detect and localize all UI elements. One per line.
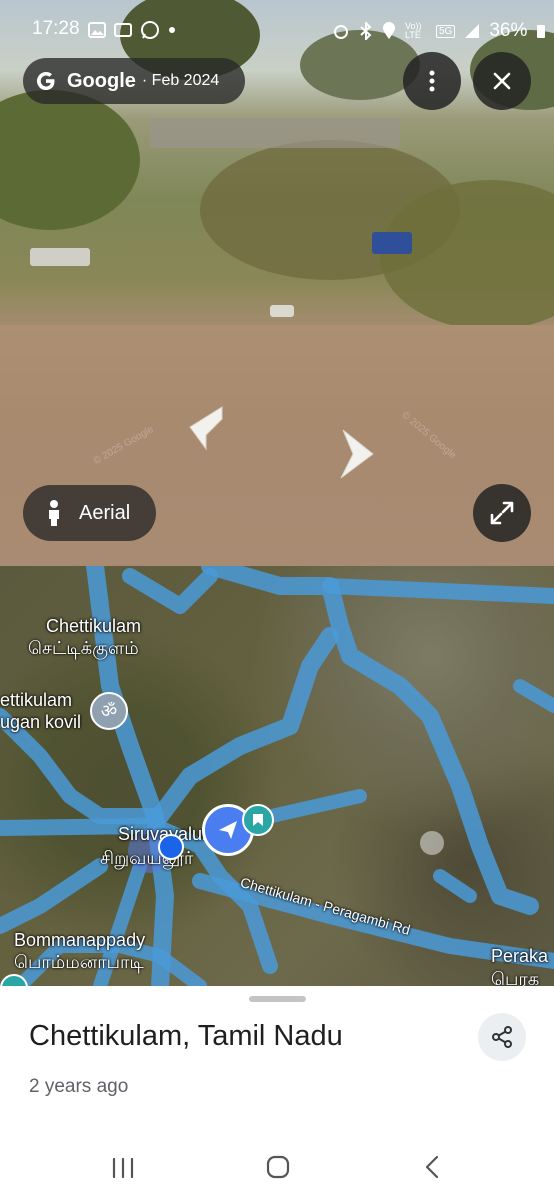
home-icon[interactable]	[265, 1154, 291, 1180]
map-label-temple-line2: ugan kovil	[0, 712, 82, 732]
dot-icon	[169, 27, 175, 33]
debris	[270, 305, 294, 317]
signal-icon	[465, 24, 480, 38]
system-icons: Vo)) LTE 5G 36%	[332, 20, 546, 42]
map-label-chettikulam-tamil: செட்டிக்குளம்	[28, 638, 139, 658]
volte-indicator: Vo)) LTE	[405, 21, 422, 40]
map-view[interactable]: Chettikulam செட்டிக்குளம் ettikulam ugan…	[0, 566, 554, 986]
bookmark-icon	[253, 814, 263, 826]
current-location-dot-icon	[158, 834, 184, 860]
expand-icon	[490, 501, 514, 525]
more-vert-icon	[429, 70, 435, 92]
pegman-icon	[49, 500, 59, 526]
imagery-date-chip[interactable]: Google · Feb 2024	[23, 58, 245, 104]
share-icon	[492, 1026, 512, 1048]
more-options-button[interactable]	[403, 52, 461, 110]
aerial-label: Aerial	[79, 501, 131, 524]
imagery-age: 2 years ago	[29, 1076, 129, 1097]
image-icon	[88, 22, 106, 38]
battery-icon	[537, 25, 546, 38]
provider-name: Google	[67, 69, 136, 92]
recent-apps-icon[interactable]	[110, 1156, 136, 1180]
map-label-bommanappady: Bommanappady	[14, 930, 146, 950]
map-label-bommanappady-tamil: பொம்மனாபாடி	[14, 952, 144, 972]
imagery-date: · Feb 2024	[141, 72, 220, 89]
expand-button[interactable]	[473, 484, 531, 542]
sheet-drag-handle[interactable]	[249, 996, 306, 1002]
system-navigation-bar	[0, 1144, 554, 1200]
back-icon[interactable]	[422, 1154, 442, 1180]
bookmark-poi-icon[interactable]	[242, 804, 274, 836]
google-logo-icon	[36, 71, 55, 91]
bluetooth-icon	[360, 22, 372, 40]
navigation-arrow-icon	[219, 821, 237, 839]
map-label-temple: ettikulam	[0, 690, 73, 710]
debris	[30, 248, 90, 266]
notification-icons	[88, 20, 176, 40]
alarm-icon	[334, 25, 348, 39]
place-title: Chettikulam, Tamil Nadu	[29, 1020, 343, 1052]
close-button[interactable]	[473, 52, 531, 110]
status-time: 17:28	[32, 18, 80, 39]
network-type: 5G	[436, 24, 456, 38]
share-button[interactable]	[478, 1013, 526, 1061]
bush	[0, 90, 140, 230]
close-icon	[493, 72, 511, 90]
map-label-chettikulam: Chettikulam	[46, 616, 142, 636]
battery-percent: 36%	[489, 20, 528, 41]
mail-icon	[114, 23, 132, 37]
temple-poi-icon[interactable]: ॐ	[90, 692, 128, 730]
place-bottom-sheet[interactable]: Chettikulam, Tamil Nadu 2 years ago	[0, 986, 554, 1200]
debris	[372, 232, 412, 254]
aerial-button[interactable]: Aerial	[23, 485, 156, 541]
map-label-peraka: Peraka	[491, 946, 549, 966]
map-label-peraka-tamil: பெரக	[491, 969, 540, 986]
debris-pile	[150, 118, 400, 148]
navigate-forward-arrow-icon[interactable]	[333, 428, 377, 480]
location-icon	[383, 22, 395, 39]
street-view-panorama[interactable]: © 2025 Google © 2025 Google 17:28 Vo)) L…	[0, 0, 554, 566]
whatsapp-icon	[141, 21, 159, 39]
navigate-back-arrow-icon[interactable]	[184, 405, 228, 453]
